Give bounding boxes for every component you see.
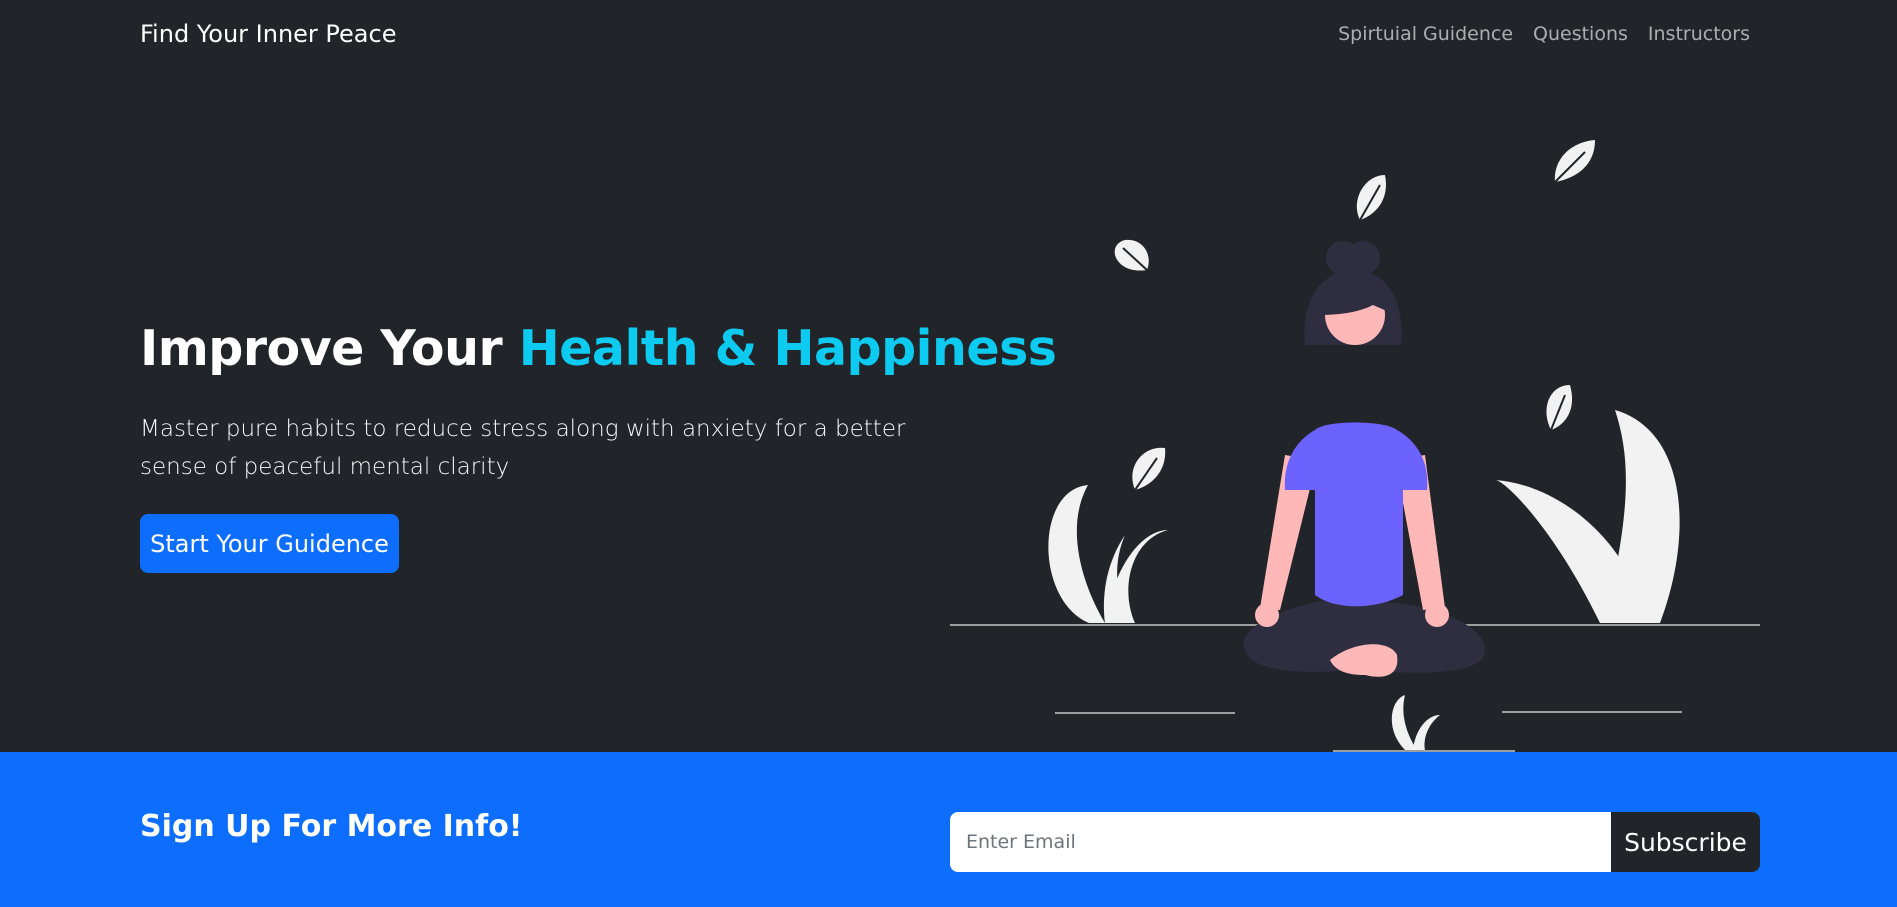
email-input[interactable] (950, 812, 1611, 872)
nav-link-instructors[interactable]: Instructors (1648, 23, 1750, 45)
meditating-woman-illustration (950, 140, 1760, 752)
nav-link-spiritual-guidence[interactable]: Spirtuial Guidence (1338, 23, 1513, 45)
subscribe-button[interactable]: Subscribe (1611, 812, 1760, 872)
newsletter-heading: Sign Up For More Info! (140, 809, 523, 844)
newsletter-form: Subscribe (950, 812, 1760, 872)
nav-link-questions[interactable]: Questions (1533, 23, 1628, 45)
hero-title: Improve Your Health & Happiness (140, 320, 1057, 377)
nav-links: Spirtuial Guidence Questions Instructors (1338, 23, 1750, 45)
navbar: Find Your Inner Peace Spirtuial Guidence… (0, 0, 1897, 72)
start-guidence-button[interactable]: Start Your Guidence (140, 514, 399, 573)
hero-lead: Master pure habits to reduce stress alon… (140, 416, 906, 480)
brand-link[interactable]: Find Your Inner Peace (140, 20, 396, 48)
newsletter-section: Sign Up For More Info! Subscribe (0, 752, 1897, 907)
hero-title-prefix: Improve Your (140, 320, 503, 377)
